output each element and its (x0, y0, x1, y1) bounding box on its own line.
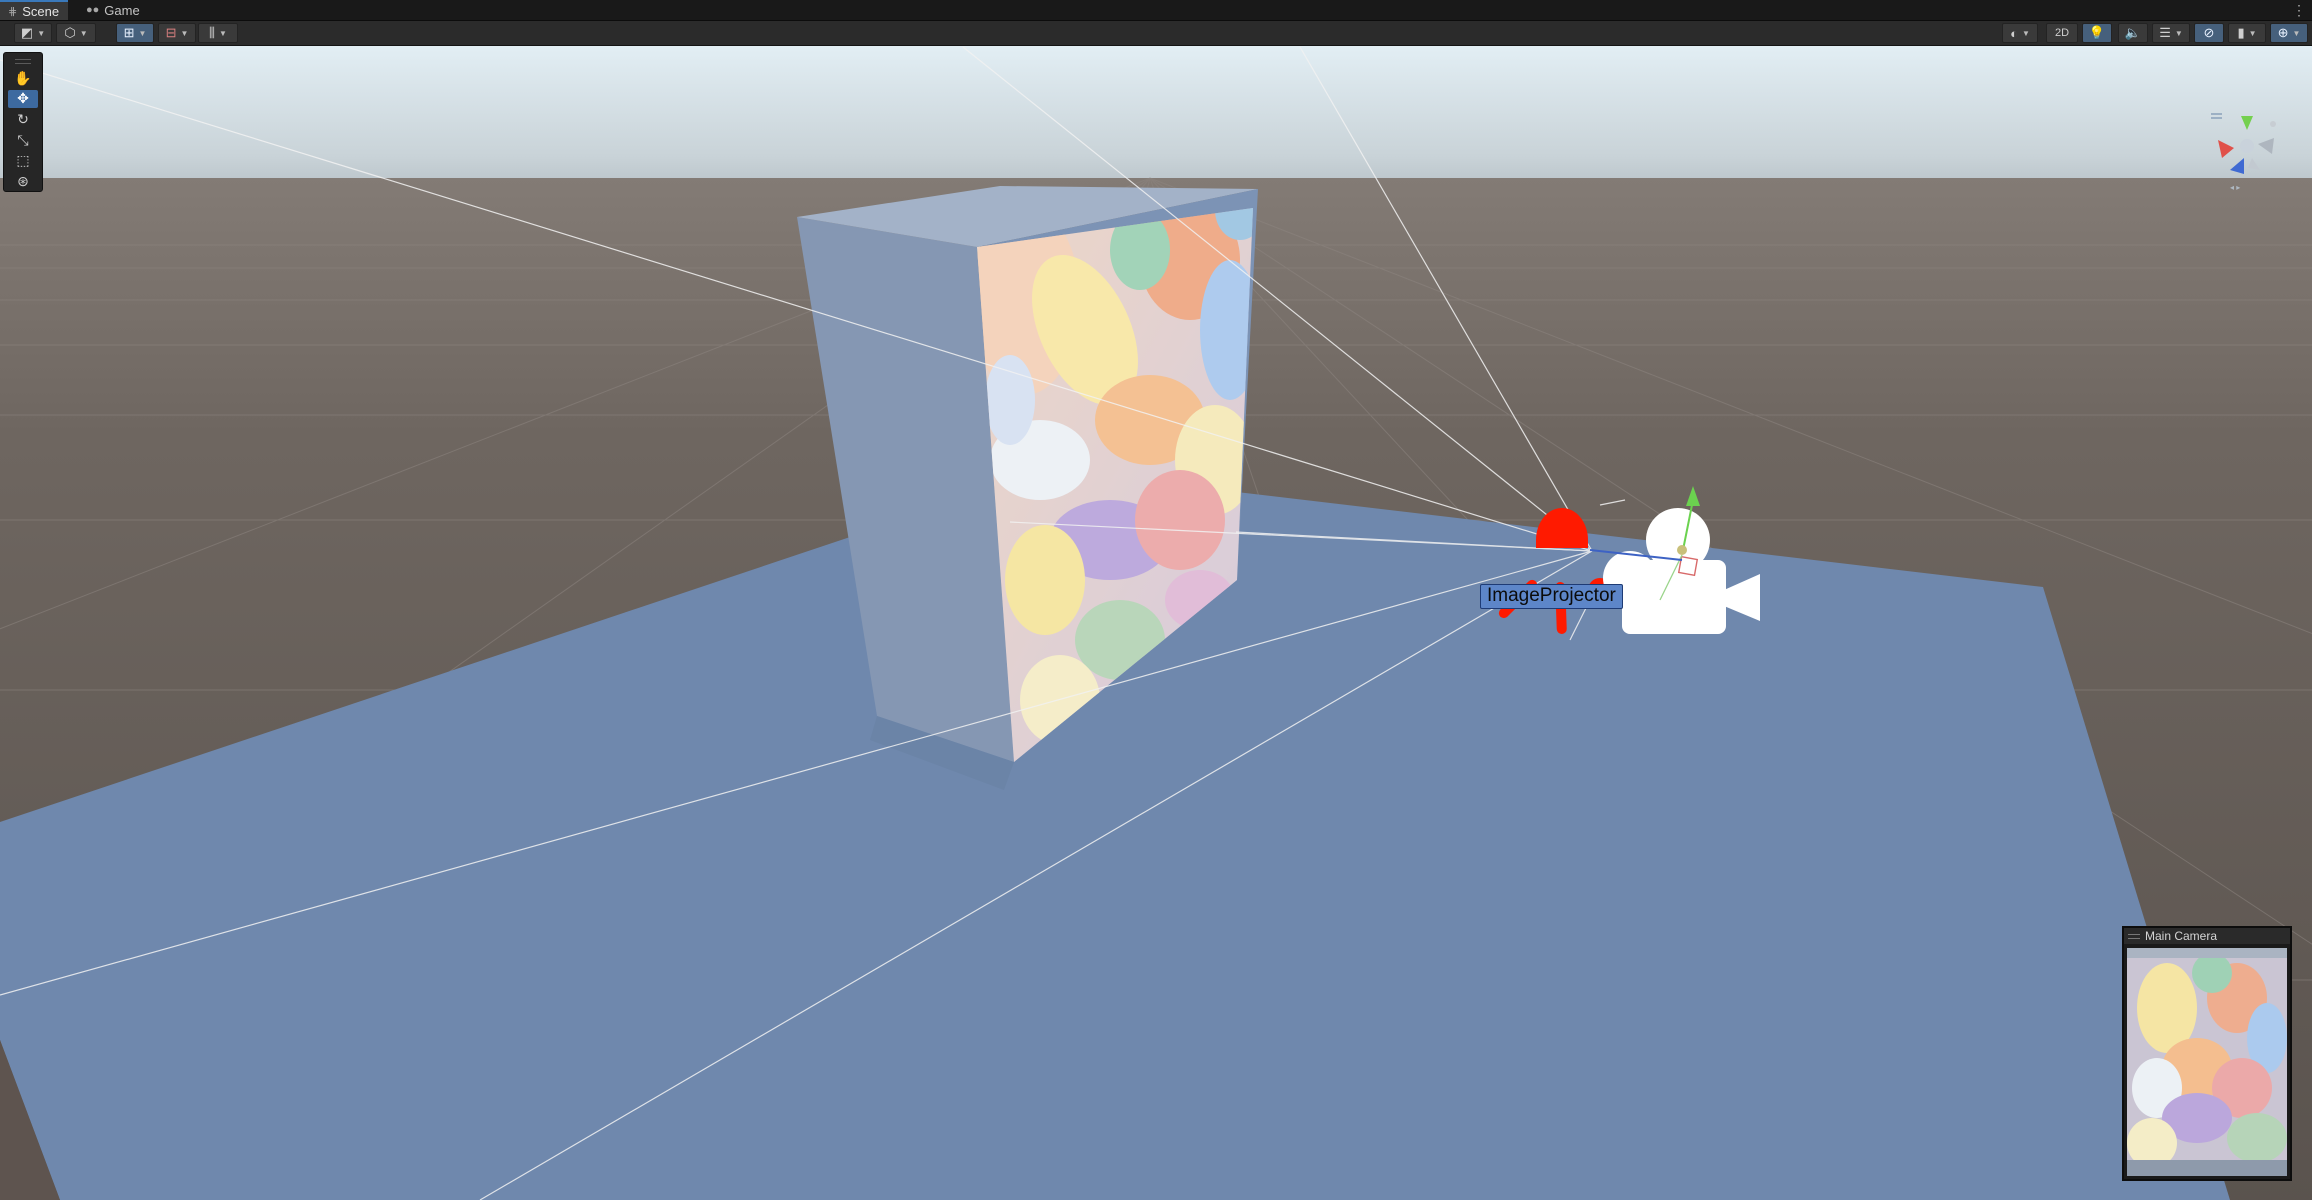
selected-object-label[interactable]: ImageProjector (1480, 584, 1623, 609)
camera-preview-title: Main Camera (2145, 929, 2218, 943)
shading-mode-button[interactable]: ◩ ▼ (14, 23, 52, 43)
gizmos-button[interactable]: ⊕ ▼ (2270, 23, 2308, 43)
scene-render (0, 46, 2312, 1200)
transform-tool-button[interactable]: ⊛ (8, 172, 38, 191)
kebab-menu-icon[interactable]: ⋮ (2292, 0, 2306, 20)
scale-tool-button[interactable]: ⤡ (8, 131, 38, 150)
global-lighting-button[interactable]: ◐ ▼ (2002, 23, 2038, 43)
neg-x-cone[interactable] (2258, 138, 2274, 154)
draw-mode-button[interactable]: ⬡ ▼ (56, 23, 96, 43)
z-axis-cone[interactable] (2230, 158, 2244, 174)
move-icon: ✥ (17, 90, 29, 107)
mode-2d-label: 2D (2054, 27, 2070, 39)
camera-preview-overlay[interactable]: Main Camera (2122, 926, 2292, 1181)
grip-icon (2128, 933, 2140, 939)
scene-toolbar: ◩ ▼ ⬡ ▼ ⊞ ▼ ⊟ ▼ ⫼ ▼ ◐ ▼ 2D 💡 🔈 ☰ ▼ ⊘ ▮ ▼ ⊕ ▼ (0, 21, 2312, 46)
y-axis-cone[interactable] (2241, 116, 2253, 130)
align-button[interactable]: ⫼ ▼ (198, 23, 238, 43)
chevron-down-icon: ▼ (2248, 28, 2257, 38)
transform-icon: ⊛ (17, 173, 29, 190)
rect-tool-button[interactable]: ⬚ (8, 152, 38, 171)
tab-scene-label: Scene (22, 3, 60, 19)
globe-icon: ⊕ (2277, 25, 2289, 40)
camera-preview-header[interactable]: Main Camera (2124, 928, 2290, 944)
editor-tab-bar: ⋕ Scene ●● Game ⋮ (0, 0, 2312, 21)
rotate-tool-button[interactable]: ↻ (8, 110, 38, 129)
gamepad-icon: ●● (86, 4, 100, 16)
grid-snap-icon: ⊞ (123, 25, 135, 40)
palette-grip[interactable] (15, 59, 31, 64)
cube-icon: ⬡ (64, 25, 76, 40)
scale-icon: ⤡ (17, 131, 29, 148)
eye-slash-icon: ⊘ (2203, 25, 2215, 40)
camera-icon: ▮ (2237, 25, 2245, 40)
increment-snap-button[interactable]: ⊟ ▼ (158, 23, 196, 43)
orientation-gizmo[interactable]: ◂ ▸ (2200, 104, 2290, 194)
lighting-toggle-button[interactable]: 💡 (2082, 23, 2112, 43)
align-icon: ⫼ (209, 25, 216, 40)
grid-icon: ⋕ (8, 5, 18, 18)
sphere-icon: ◐ (2010, 25, 2018, 41)
mode-2d-button[interactable]: 2D (2046, 23, 2078, 43)
audio-toggle-button[interactable]: 🔈 (2118, 23, 2148, 43)
grid-snapping-button[interactable]: ⊞ ▼ (116, 23, 154, 43)
snap-icon: ⊟ (165, 25, 177, 40)
chevron-down-icon: ▼ (2021, 28, 2030, 38)
scene-viewport[interactable]: ◂ ▸ ImageProjector (0, 46, 2312, 1200)
effects-button[interactable]: ☰ ▼ (2152, 23, 2190, 43)
chevron-down-icon: ▼ (2292, 28, 2301, 38)
shading-icon: ◩ (20, 25, 34, 40)
visibility-toggle-button[interactable]: ⊘ (2194, 23, 2224, 43)
speaker-icon: 🔈 (2124, 25, 2142, 40)
x-axis-cone[interactable] (2218, 140, 2234, 158)
tab-game-label: Game (104, 2, 140, 18)
chevron-down-icon: ▼ (2174, 28, 2183, 38)
chevron-down-icon: ▼ (37, 28, 46, 38)
lightbulb-icon: 💡 (2088, 25, 2106, 40)
svg-text:◂ ▸: ◂ ▸ (2230, 183, 2240, 192)
hand-tool-button[interactable]: ✋ (8, 69, 38, 88)
chevron-down-icon: ▼ (219, 28, 227, 38)
camera-settings-button[interactable]: ▮ ▼ (2228, 23, 2266, 43)
chevron-down-icon: ▼ (79, 28, 88, 38)
move-tool-button[interactable]: ✥ (8, 89, 38, 109)
camera-preview-image (2127, 948, 2287, 1176)
tools-palette: ✋ ✥ ↻ ⤡ ⬚ ⊛ (3, 52, 43, 192)
layers-icon: ☰ (2159, 25, 2171, 40)
tab-game[interactable]: ●● Game (78, 0, 144, 20)
rect-icon: ⬚ (16, 152, 30, 169)
tab-scene[interactable]: ⋕ Scene (0, 0, 68, 20)
chevron-down-icon: ▼ (180, 28, 189, 38)
rotate-icon: ↻ (17, 111, 29, 128)
hand-icon: ✋ (14, 69, 32, 86)
chevron-down-icon: ▼ (138, 28, 147, 38)
